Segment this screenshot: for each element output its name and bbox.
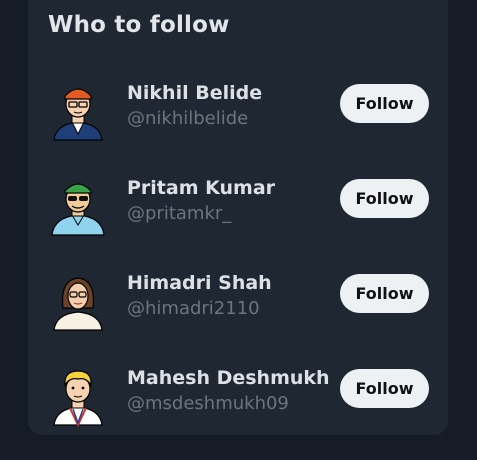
user-name[interactable]: Nikhil Belide xyxy=(127,82,262,104)
cartoon-avatar-blond-hair-icon xyxy=(53,370,103,427)
list-item: Nikhil Belide @nikhilbelide Follow xyxy=(28,82,448,152)
avatar[interactable] xyxy=(48,177,108,237)
cartoon-avatar-red-hat-icon xyxy=(53,88,103,141)
follow-button[interactable]: Follow xyxy=(340,274,429,313)
avatar[interactable] xyxy=(48,82,108,142)
list-item: Himadri Shah @himadri2110 Follow xyxy=(28,272,448,342)
user-name[interactable]: Mahesh Deshmukh xyxy=(127,367,330,389)
avatar[interactable] xyxy=(48,272,108,332)
user-handle: @nikhilbelide xyxy=(127,108,249,129)
follow-button[interactable]: Follow xyxy=(340,369,429,408)
list-item: Pritam Kumar @pritamkr_ Follow xyxy=(28,177,448,247)
widget-title: Who to follow xyxy=(48,12,230,38)
cartoon-avatar-green-cap-icon xyxy=(51,183,105,236)
cartoon-avatar-brown-hair-icon xyxy=(53,277,103,331)
user-handle: @pritamkr_ xyxy=(127,203,232,224)
follow-button[interactable]: Follow xyxy=(340,179,429,218)
user-handle: @msdeshmukh09 xyxy=(127,393,289,414)
user-handle: @himadri2110 xyxy=(127,298,260,319)
follow-button[interactable]: Follow xyxy=(340,84,429,123)
list-item: Mahesh Deshmukh @msdeshmukh09 Follow xyxy=(28,367,448,437)
user-name[interactable]: Pritam Kumar xyxy=(127,177,275,199)
user-name[interactable]: Himadri Shah xyxy=(127,272,272,294)
avatar[interactable] xyxy=(48,367,108,427)
